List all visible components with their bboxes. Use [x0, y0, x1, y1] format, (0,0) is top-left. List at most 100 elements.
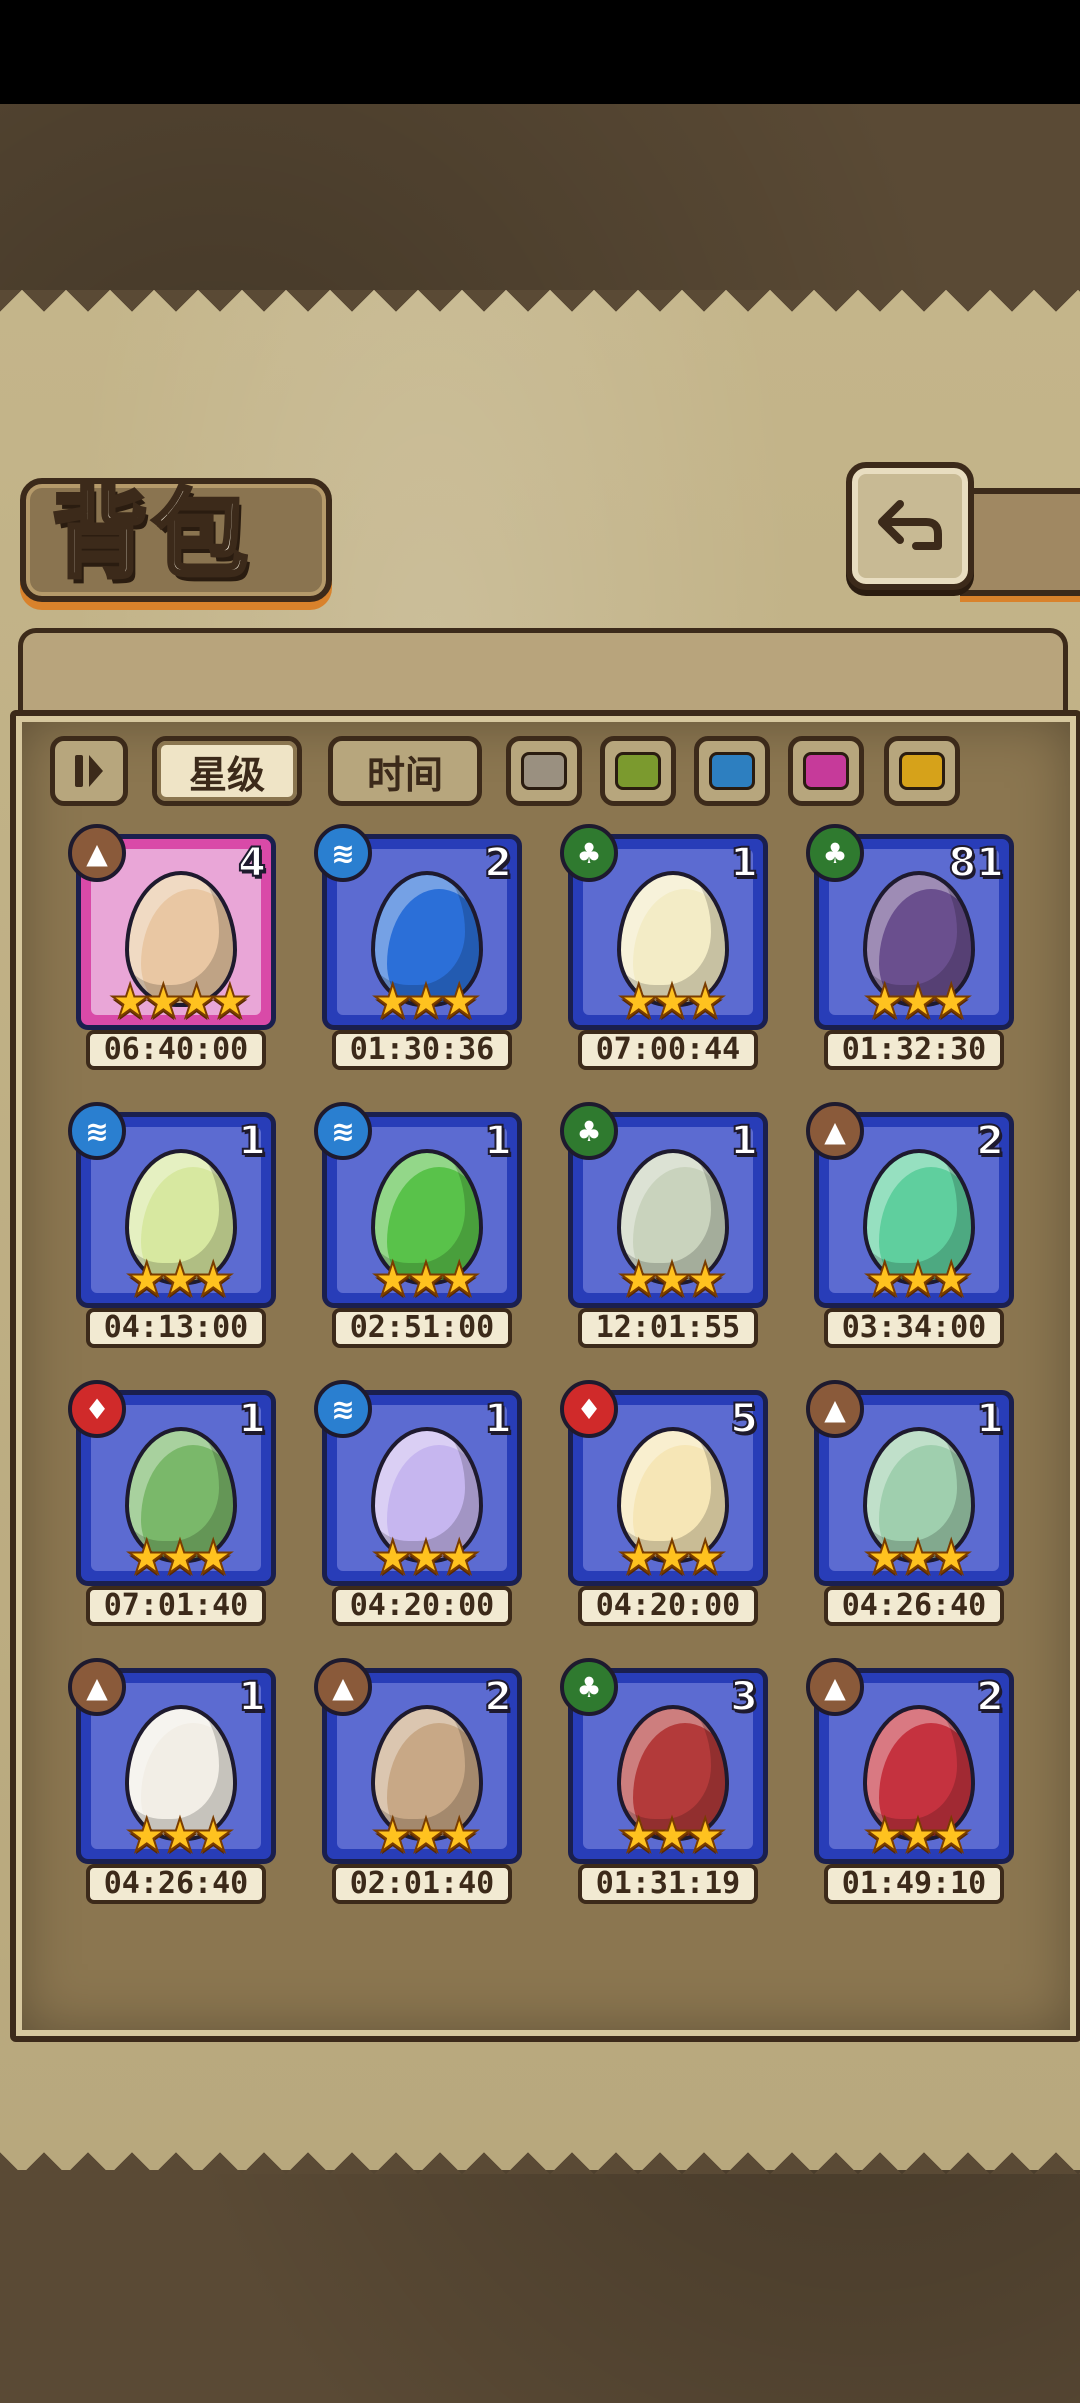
egg-card[interactable]: ♦ 5 ★★★ 04:20:00: [560, 1380, 768, 1626]
sort-order-toggle[interactable]: [50, 736, 128, 806]
egg-card[interactable]: ≋ 1 ★★★ 02:51:00: [314, 1102, 522, 1348]
grass-element-icon: ♣: [806, 824, 864, 882]
egg-star-rating: ★★★: [371, 1808, 481, 1862]
water-element-icon: ≋: [314, 1102, 372, 1160]
egg-star-rating: ★★★: [863, 1252, 973, 1306]
egg-star-rating: ★★★: [863, 1808, 973, 1862]
egg-card[interactable]: ≋ 1 ★★★ 04:20:00: [314, 1380, 522, 1626]
egg-star-rating: ★★★: [863, 974, 973, 1028]
egg-star-rating: ★★★: [617, 1808, 727, 1862]
sort-order-icon: [75, 755, 103, 787]
hatch-timer: 02:51:00: [332, 1308, 512, 1348]
earth-element-icon: ▲: [68, 1658, 126, 1716]
grass-element-icon: ♣: [560, 1658, 618, 1716]
sort-by-time-button[interactable]: 时间: [328, 736, 482, 806]
egg-count: 2: [483, 1673, 513, 1721]
egg-count: 4: [237, 839, 267, 887]
earth-element-icon: ▲: [806, 1102, 864, 1160]
egg-star-rating: ★★★: [863, 1530, 973, 1584]
egg-count: 1: [975, 1395, 1005, 1443]
water-element-icon: ≋: [314, 824, 372, 882]
egg-card[interactable]: ♣ 3 ★★★ 01:31:19: [560, 1658, 768, 1904]
egg-star-rating: ★★★: [617, 1252, 727, 1306]
hatch-timer: 01:32:30: [824, 1030, 1004, 1070]
egg-star-rating: ★★★★: [109, 974, 252, 1028]
earth-element-icon: ▲: [314, 1658, 372, 1716]
game-screen: 背包 星级 时间 ▲ 4 ★★★★ 06:40:00 ≋ 2 ★★★ 01:30:36 ♣ 1 ★★…: [0, 0, 1080, 2403]
egg-card[interactable]: ≋ 2 ★★★ 01:30:36: [314, 824, 522, 1070]
water-element-icon: ≋: [68, 1102, 126, 1160]
hatch-timer: 04:20:00: [578, 1586, 758, 1626]
egg-count: 1: [483, 1395, 513, 1443]
egg-count: 1: [237, 1673, 267, 1721]
egg-star-rating: ★★★: [371, 1252, 481, 1306]
egg-star-rating: ★★★: [371, 974, 481, 1028]
egg-card[interactable]: ▲ 1 ★★★ 04:26:40: [806, 1380, 1014, 1626]
hatch-timer: 04:26:40: [824, 1586, 1004, 1626]
hatch-timer: 06:40:00: [86, 1030, 266, 1070]
green-swatch: [615, 752, 661, 790]
filter-rarity-green[interactable]: [600, 736, 676, 806]
hatch-timer: 12:01:55: [578, 1308, 758, 1348]
egg-card[interactable]: ♣ 81 ★★★ 01:32:30: [806, 824, 1014, 1070]
egg-card[interactable]: ▲ 2 ★★★ 03:34:00: [806, 1102, 1014, 1348]
water-element-icon: ≋: [314, 1380, 372, 1438]
filter-rarity-pink[interactable]: [788, 736, 864, 806]
hatch-timer: 01:31:19: [578, 1864, 758, 1904]
grass-element-icon: ♣: [560, 824, 618, 882]
panel-header-tab: [18, 628, 1068, 713]
egg-count: 1: [729, 839, 759, 887]
egg-card[interactable]: ▲ 1 ★★★ 04:26:40: [68, 1658, 276, 1904]
hatch-timer: 04:13:00: [86, 1308, 266, 1348]
egg-card[interactable]: ♦ 1 ★★★ 07:01:40: [68, 1380, 276, 1626]
egg-card[interactable]: ▲ 2 ★★★ 02:01:40: [314, 1658, 522, 1904]
back-button[interactable]: [846, 462, 974, 590]
page-title: 背包: [50, 476, 252, 593]
egg-count: 1: [237, 1395, 267, 1443]
egg-count: 2: [483, 839, 513, 887]
gray-swatch: [521, 752, 567, 790]
fire-element-icon: ♦: [68, 1380, 126, 1438]
blue-swatch: [709, 752, 755, 790]
hatch-timer: 07:01:40: [86, 1586, 266, 1626]
egg-star-rating: ★★★: [125, 1530, 235, 1584]
egg-card[interactable]: ▲ 4 ★★★★ 06:40:00: [68, 824, 276, 1070]
sort-by-star-button[interactable]: 星级: [152, 736, 302, 806]
egg-count: 5: [729, 1395, 759, 1443]
egg-count: 3: [729, 1673, 759, 1721]
egg-count: 1: [729, 1117, 759, 1165]
filter-rarity-gold[interactable]: [884, 736, 960, 806]
torn-edge-bottom: [0, 2130, 1080, 2174]
hatch-timer: 02:01:40: [332, 1864, 512, 1904]
earth-element-icon: ▲: [806, 1380, 864, 1438]
egg-count: 2: [975, 1117, 1005, 1165]
egg-count: 2: [975, 1673, 1005, 1721]
back-arrow-icon: [878, 500, 942, 550]
egg-count: 1: [483, 1117, 513, 1165]
grass-element-icon: ♣: [560, 1102, 618, 1160]
earth-element-icon: ▲: [806, 1658, 864, 1716]
pink-swatch: [803, 752, 849, 790]
hatch-timer: 04:20:00: [332, 1586, 512, 1626]
hatch-timer: 04:26:40: [86, 1864, 266, 1904]
egg-star-rating: ★★★: [617, 1530, 727, 1584]
torn-edge-top: [0, 290, 1080, 334]
egg-star-rating: ★★★: [371, 1530, 481, 1584]
hatch-timer: 01:30:36: [332, 1030, 512, 1070]
filter-rarity-gray[interactable]: [506, 736, 582, 806]
hatch-timer: 01:49:10: [824, 1864, 1004, 1904]
egg-card[interactable]: ≋ 1 ★★★ 04:13:00: [68, 1102, 276, 1348]
hatch-timer: 07:00:44: [578, 1030, 758, 1070]
gold-swatch: [899, 752, 945, 790]
fire-element-icon: ♦: [560, 1380, 618, 1438]
back-button-rail: [960, 488, 1080, 596]
egg-card[interactable]: ▲ 2 ★★★ 01:49:10: [806, 1658, 1014, 1904]
hatch-timer: 03:34:00: [824, 1308, 1004, 1348]
egg-card[interactable]: ♣ 1 ★★★ 07:00:44: [560, 824, 768, 1070]
egg-count: 1: [237, 1117, 267, 1165]
egg-star-rating: ★★★: [617, 974, 727, 1028]
egg-count: 81: [947, 839, 1005, 887]
egg-card[interactable]: ♣ 1 ★★★ 12:01:55: [560, 1102, 768, 1348]
egg-star-rating: ★★★: [125, 1808, 235, 1862]
filter-rarity-blue[interactable]: [694, 736, 770, 806]
